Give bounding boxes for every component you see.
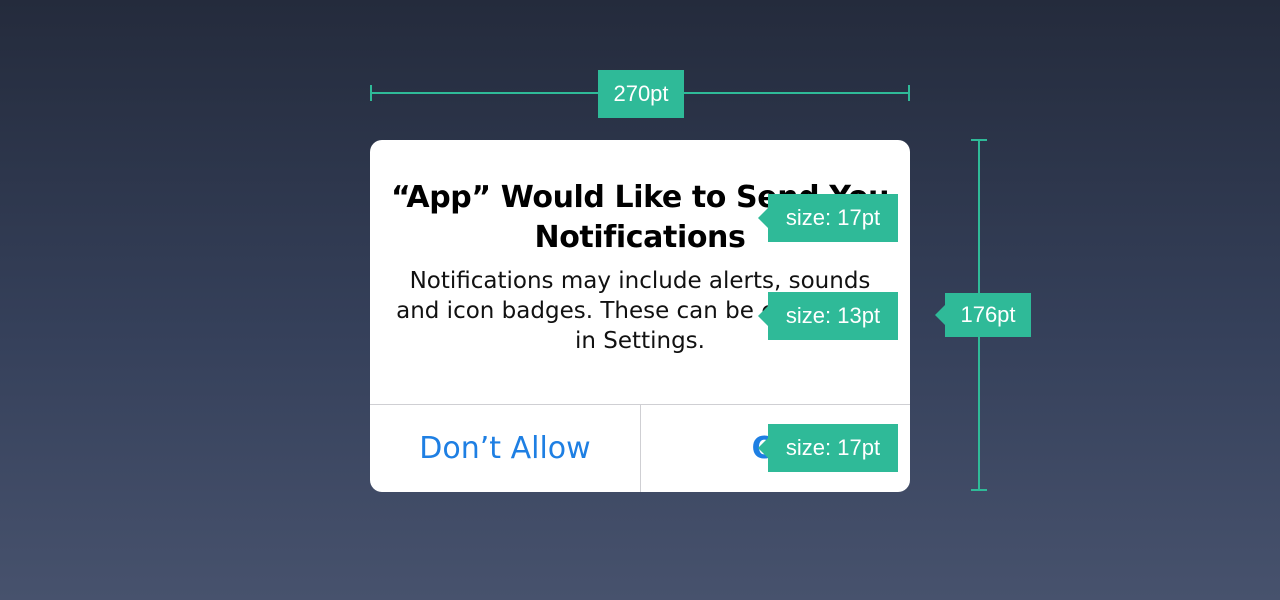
- height-dimension-bottom-cap: [971, 489, 987, 491]
- width-dimension-right-cap: [908, 85, 910, 101]
- spec-canvas: 270pt 176pt “App” Would Like to Send You…: [0, 0, 1280, 600]
- dont-allow-button[interactable]: Don’t Allow: [370, 405, 640, 492]
- height-label: 176pt: [935, 293, 1031, 337]
- message-size-callout: size: 13pt: [758, 292, 898, 340]
- width-dimension-left-cap: [370, 85, 372, 101]
- button-size-callout: size: 17pt: [758, 424, 898, 472]
- title-size-callout: size: 17pt: [758, 194, 898, 242]
- height-dimension-top-cap: [971, 139, 987, 141]
- width-label: 270pt: [598, 70, 684, 118]
